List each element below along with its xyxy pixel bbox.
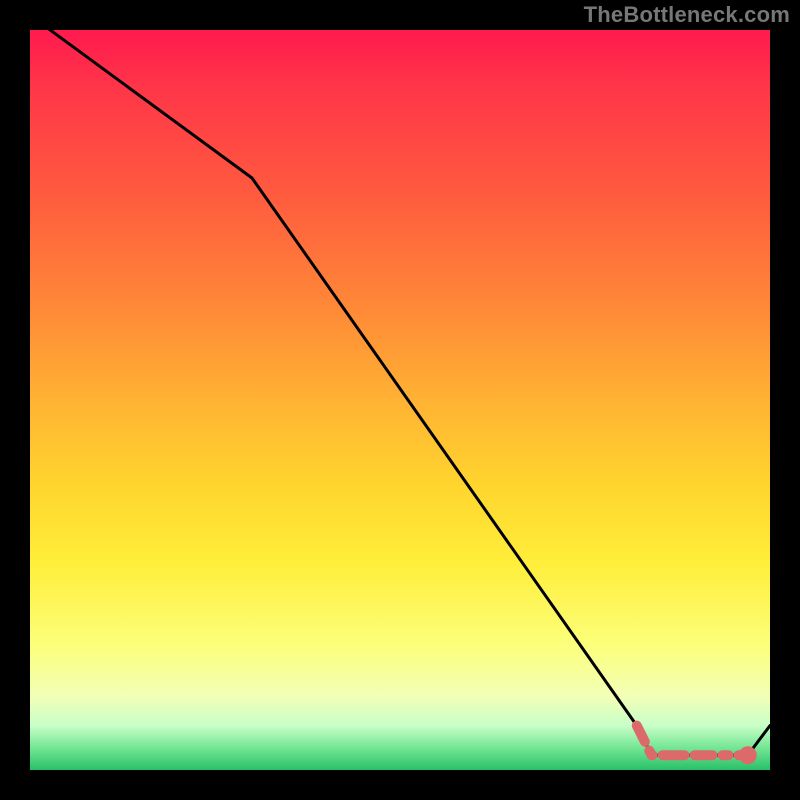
optimal-marker-dot [739,746,757,764]
watermark-text: TheBottleneck.com [584,2,790,28]
plot-area [30,30,770,770]
optimal-band-line [637,726,748,756]
chart-frame: TheBottleneck.com [0,0,800,800]
chart-svg [30,30,770,770]
bottleneck-curve-line [30,15,770,755]
